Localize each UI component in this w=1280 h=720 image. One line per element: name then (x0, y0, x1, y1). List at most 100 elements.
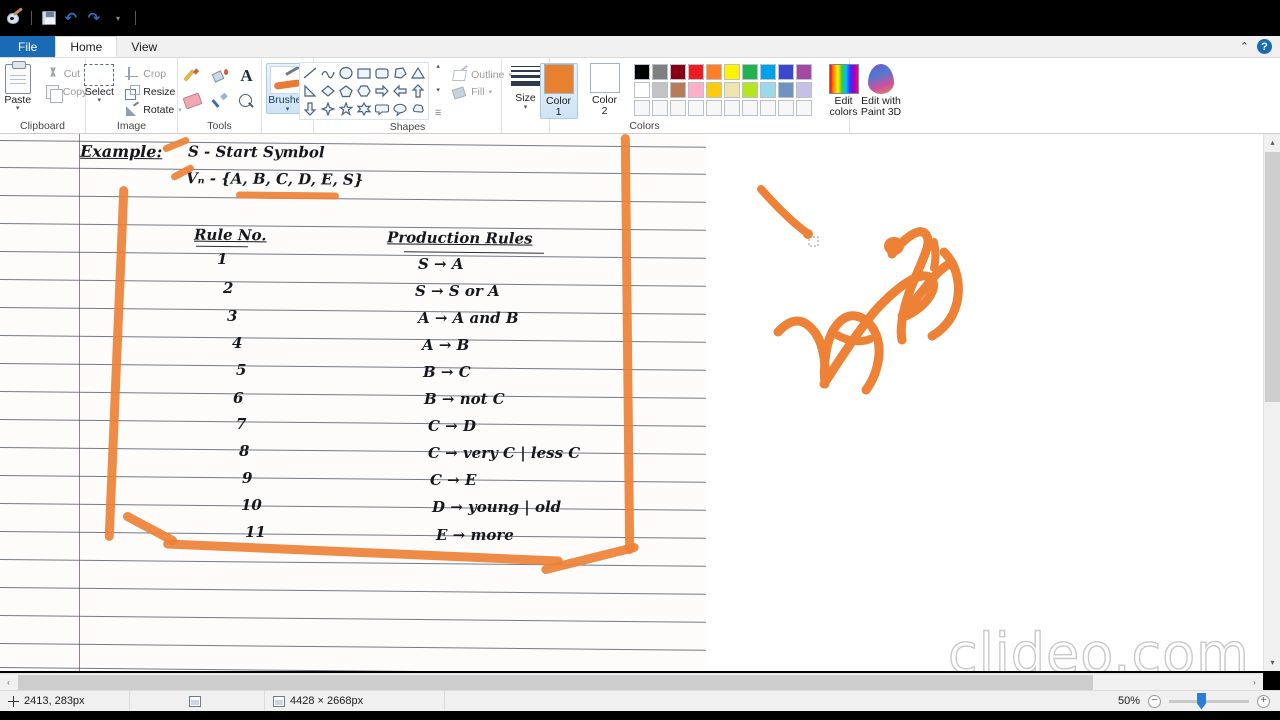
tab-file[interactable]: File (0, 36, 56, 57)
rotate-button[interactable]: Rotate ▾ (122, 101, 184, 118)
shape-rectangle-icon[interactable] (356, 65, 372, 81)
palette-swatch[interactable] (777, 64, 794, 80)
zoom-in-button[interactable]: + (1257, 694, 1270, 708)
horizontal-scroll-thumb[interactable] (18, 675, 1093, 690)
shape-line-icon[interactable] (302, 65, 318, 81)
horizontal-scrollbar[interactable]: ‹ › (0, 673, 1263, 690)
palette-swatch[interactable] (687, 64, 704, 80)
palette-swatch[interactable] (795, 82, 812, 98)
undo-icon[interactable]: ↶ (62, 8, 82, 28)
paste-button[interactable]: Paste ▾ (0, 61, 41, 112)
fill-tool[interactable] (207, 64, 233, 88)
palette-swatch[interactable] (741, 64, 758, 80)
shapes-scroll-down-icon[interactable]: ▾ (433, 86, 443, 95)
palette-swatch[interactable] (723, 82, 740, 98)
shapes-more-icon[interactable]: ☰ (433, 109, 443, 118)
palette-swatch-empty[interactable] (633, 100, 650, 116)
palette-swatch[interactable] (651, 82, 668, 98)
color-palette[interactable] (633, 62, 812, 116)
pencil-tool[interactable] (180, 64, 206, 88)
select-button[interactable]: Select ▾ (78, 62, 120, 104)
palette-swatch-empty[interactable] (669, 100, 686, 116)
shapes-scroll-controls[interactable]: ▴ ▾ ☰ (433, 62, 443, 118)
color-picker-tool[interactable] (207, 89, 233, 113)
scroll-left-icon[interactable]: ‹ (0, 674, 17, 691)
help-icon[interactable]: ? (1257, 39, 1272, 54)
brushes-dropdown-arrow-icon[interactable]: ▾ (286, 106, 290, 113)
shapes-scroll-up-icon[interactable]: ▴ (433, 62, 443, 71)
customize-caret-icon[interactable]: ▾ (108, 8, 128, 28)
zoom-out-button[interactable]: − (1148, 694, 1161, 708)
text-tool[interactable]: A (234, 64, 260, 88)
tab-home[interactable]: Home (55, 36, 118, 57)
palette-swatch[interactable] (759, 64, 776, 80)
drawing-pane[interactable] (706, 134, 1255, 671)
shape-four-point-star-icon[interactable] (320, 101, 336, 117)
palette-swatch[interactable] (669, 64, 686, 80)
shape-curve-icon[interactable] (320, 65, 336, 81)
canvas-work-area[interactable]: Example: S - Start Symbol Vₙ - {A, B, C,… (0, 134, 1280, 671)
scroll-right-icon[interactable]: › (1246, 674, 1263, 691)
scroll-up-icon[interactable]: ▴ (1264, 134, 1280, 151)
edit-with-paint3d-button[interactable]: Edit with Paint 3D (853, 62, 909, 118)
shape-right-arrow-icon[interactable] (374, 83, 390, 99)
shape-five-point-star-icon[interactable] (338, 101, 354, 117)
palette-swatch-empty[interactable] (741, 100, 758, 116)
vertical-scroll-thumb[interactable] (1265, 152, 1280, 402)
select-dropdown-arrow-icon[interactable]: ▾ (98, 97, 102, 104)
shape-pentagon-icon[interactable] (338, 83, 354, 99)
palette-swatch-empty[interactable] (687, 100, 704, 116)
palette-swatch-empty[interactable] (795, 100, 812, 116)
color1-button[interactable]: Color 1 (539, 63, 578, 119)
shape-cloud-callout-icon[interactable] (410, 101, 426, 117)
palette-swatch[interactable] (795, 64, 812, 80)
shape-down-arrow-icon[interactable] (302, 101, 318, 117)
shape-polygon-icon[interactable] (392, 65, 408, 81)
shape-hexagon-icon[interactable] (356, 83, 372, 99)
color2-button[interactable]: Color 2 (586, 63, 624, 119)
palette-swatch-empty[interactable] (723, 100, 740, 116)
zoom-slider-thumb[interactable] (1197, 692, 1206, 710)
shape-rounded-rect-callout-icon[interactable] (374, 101, 390, 117)
scroll-down-icon[interactable]: ▾ (1264, 654, 1280, 671)
fill-dropdown-arrow-icon[interactable]: ▾ (489, 88, 493, 96)
shapes-gallery[interactable] (299, 62, 430, 120)
shape-oval-icon[interactable] (338, 65, 354, 81)
paste-dropdown-arrow-icon[interactable]: ▾ (16, 105, 20, 112)
shape-six-point-star-icon[interactable] (356, 101, 372, 117)
shape-right-triangle-icon[interactable] (302, 83, 318, 99)
redo-icon[interactable]: ↷ (85, 8, 105, 28)
eraser-tool[interactable] (180, 89, 206, 113)
shape-diamond-icon[interactable] (320, 83, 336, 99)
vertical-scrollbar[interactable]: ▴ ▾ (1263, 134, 1280, 671)
chevron-up-icon[interactable]: ⌃ (1238, 40, 1251, 53)
palette-swatch-empty[interactable] (759, 100, 776, 116)
palette-swatch[interactable] (633, 64, 650, 80)
size-dropdown-arrow-icon[interactable]: ▾ (524, 104, 528, 111)
zoom-slider-track[interactable] (1169, 692, 1249, 710)
shape-triangle-icon[interactable] (410, 65, 426, 81)
shape-left-arrow-icon[interactable] (392, 83, 408, 99)
paint-icon[interactable] (4, 6, 24, 28)
palette-swatch[interactable] (633, 82, 650, 98)
palette-swatch[interactable] (687, 82, 704, 98)
palette-swatch-empty[interactable] (651, 100, 668, 116)
tab-view[interactable]: View (117, 36, 171, 57)
resize-button[interactable]: Resize (122, 83, 184, 100)
palette-swatch[interactable] (651, 64, 668, 80)
crop-button[interactable]: Crop (122, 65, 184, 82)
palette-swatch-empty[interactable] (777, 100, 794, 116)
notebook-image[interactable]: Example: S - Start Symbol Vₙ - {A, B, C,… (0, 134, 706, 671)
shape-up-arrow-icon[interactable] (410, 83, 426, 99)
palette-swatch[interactable] (705, 64, 722, 80)
save-icon[interactable] (39, 8, 59, 28)
palette-swatch[interactable] (705, 82, 722, 98)
palette-swatch-empty[interactable] (705, 100, 722, 116)
shape-rounded-rectangle-icon[interactable] (374, 65, 390, 81)
shape-oval-callout-icon[interactable] (392, 101, 408, 117)
magnifier-tool[interactable] (234, 89, 260, 113)
zoom-controls[interactable]: 50% − + (1108, 692, 1280, 710)
palette-swatch[interactable] (759, 82, 776, 98)
palette-swatch[interactable] (741, 82, 758, 98)
palette-swatch[interactable] (723, 64, 740, 80)
